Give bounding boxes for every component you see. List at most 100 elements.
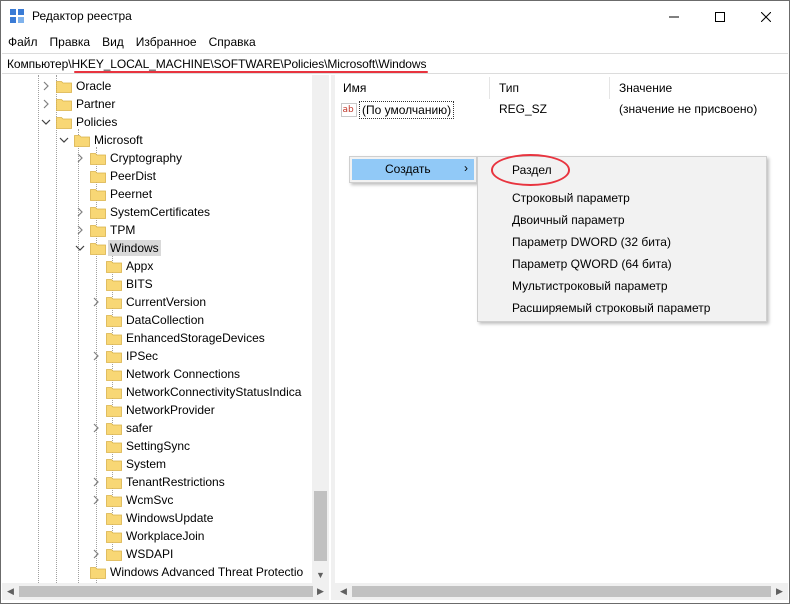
tree-item[interactable]: Partner (40, 95, 117, 113)
tree-item[interactable]: WSDAPI (90, 545, 175, 563)
tree-item[interactable]: safer (90, 419, 155, 437)
scrollbar-thumb[interactable] (19, 586, 313, 597)
tree-item[interactable]: System (90, 455, 168, 473)
tree-item[interactable]: TPM (74, 221, 137, 239)
menu-item-create[interactable]: Создать › (352, 159, 474, 180)
menu-file[interactable]: Файл (1, 32, 43, 52)
tree-item-label: Windows (108, 240, 161, 256)
collapse-chevron-icon[interactable] (58, 134, 70, 146)
tree-item[interactable]: WindowsUpdate (90, 509, 215, 527)
tree-item[interactable]: PeerDist (74, 167, 158, 185)
maximize-button[interactable] (697, 1, 743, 32)
tree-item[interactable]: SettingSync (90, 437, 192, 455)
tree-item[interactable]: TenantRestrictions (90, 473, 227, 491)
tree-item-label: WorkplaceJoin (126, 529, 205, 543)
submenu-item-string-value[interactable]: Строковый параметр (480, 187, 764, 209)
tree-item[interactable]: Windows (74, 239, 161, 257)
expand-chevron-icon[interactable] (90, 494, 102, 506)
tree-item[interactable]: IPSec (90, 347, 160, 365)
expand-chevron-icon[interactable] (90, 422, 102, 434)
expand-chevron-icon[interactable] (74, 206, 86, 218)
tree-item[interactable]: Microsoft (58, 131, 145, 149)
address-bar[interactable]: Компьютер\HKEY_LOCAL_MACHINE\SOFTWARE\Po… (2, 53, 788, 74)
tree-item[interactable]: Peernet (74, 185, 154, 203)
expand-chevron-icon[interactable] (40, 80, 52, 92)
tree-item[interactable]: Policies (40, 113, 119, 131)
tree-item[interactable]: Network Connections (90, 365, 242, 383)
address-path[interactable]: Компьютер\HKEY_LOCAL_MACHINE\SOFTWARE\Po… (7, 57, 426, 71)
expand-chevron-icon[interactable] (40, 98, 52, 110)
scrollbar-thumb[interactable] (314, 491, 327, 561)
scroll-right-arrow-icon[interactable]: ▶ (771, 583, 788, 600)
tree-item[interactable]: WorkplaceJoin (90, 527, 206, 545)
tree-item[interactable]: CurrentVersion (90, 293, 208, 311)
submenu-item-label: Двоичный параметр (512, 213, 625, 227)
registry-editor-window: Редактор реестра Файл Правка Вид Избранн… (0, 0, 790, 604)
column-header-name[interactable]: Имя (343, 81, 366, 95)
expand-chevron-icon[interactable] (90, 350, 102, 362)
expand-chevron-icon[interactable] (90, 296, 102, 308)
tree-item[interactable]: SystemCertificates (74, 203, 212, 221)
folder-icon (90, 187, 106, 201)
minimize-button[interactable] (651, 1, 697, 32)
expand-chevron-icon[interactable] (90, 548, 102, 560)
svg-text:ab: ab (343, 105, 355, 115)
tree-pane[interactable]: Oracle Partner Policies Microsoft Cryptograp… (2, 75, 329, 583)
tree-item-label: EnhancedStorageDevices (126, 331, 265, 345)
menu-edit[interactable]: Правка (43, 32, 96, 52)
column-divider[interactable] (609, 77, 610, 99)
expand-chevron-icon[interactable] (90, 476, 102, 488)
expand-chevron-icon[interactable] (74, 224, 86, 236)
submenu-item-binary-value[interactable]: Двоичный параметр (480, 209, 764, 231)
tree-horizontal-scrollbar[interactable]: ◀ ▶ (2, 583, 329, 600)
folder-icon (106, 511, 122, 525)
tree-item[interactable]: BITS (90, 275, 155, 293)
tree-item-label: NetworkProvider (126, 403, 215, 417)
submenu-item-qword-value[interactable]: Параметр QWORD (64 бита) (480, 253, 764, 275)
tree-item-label: Policies (76, 115, 118, 129)
tree-item-label: Microsoft (94, 133, 143, 147)
tree-item[interactable]: NetworkProvider (90, 401, 217, 419)
scroll-left-arrow-icon[interactable]: ◀ (2, 583, 19, 600)
scroll-down-arrow-icon[interactable]: ▼ (312, 566, 329, 583)
menu-favorites[interactable]: Избранное (129, 32, 202, 52)
menu-help[interactable]: Справка (202, 32, 261, 52)
close-button[interactable] (743, 1, 789, 32)
tree-item[interactable]: Windows Advanced Threat Protectio (74, 563, 305, 581)
tree-item[interactable]: WcmSvc (90, 491, 175, 509)
tree-item[interactable]: DataCollection (90, 311, 206, 329)
value-row[interactable]: ab (По умолчанию) REG_SZ (значение не пр… (341, 101, 781, 119)
tree-item[interactable]: NetworkConnectivityStatusIndica (90, 383, 303, 401)
folder-icon (106, 313, 122, 327)
column-header-data[interactable]: Значение (619, 81, 672, 95)
submenu-arrow-icon: › (464, 161, 468, 175)
tree-item[interactable]: Appx (90, 257, 155, 275)
tree-item[interactable]: Oracle (40, 77, 113, 95)
column-divider[interactable] (489, 77, 490, 99)
tree-item[interactable]: EnhancedStorageDevices (90, 329, 267, 347)
submenu-item-multistring-value[interactable]: Мультистроковый параметр (480, 275, 764, 297)
menu-view[interactable]: Вид (95, 32, 129, 52)
submenu-item-dword-value[interactable]: Параметр DWORD (32 бита) (480, 231, 764, 253)
scrollbar-thumb[interactable] (352, 586, 771, 597)
collapse-chevron-icon[interactable] (74, 242, 86, 254)
value-name[interactable]: (По умолчанию) (359, 101, 455, 119)
scroll-right-arrow-icon[interactable]: ▶ (312, 583, 329, 600)
tree-item[interactable]: Cryptography (74, 149, 184, 167)
scroll-left-arrow-icon[interactable]: ◀ (335, 583, 352, 600)
values-pane[interactable]: Имя Тип Значение ab (По умолчанию) REG_S… (335, 75, 788, 583)
menu-item-create-label: Создать (385, 162, 431, 176)
address-annotation-underline (74, 71, 428, 73)
tree-item-label: CurrentVersion (126, 295, 207, 309)
collapse-chevron-icon[interactable] (40, 116, 52, 128)
tree-vertical-scrollbar[interactable]: ▼ (312, 75, 329, 583)
column-header-type[interactable]: Тип (499, 81, 519, 95)
submenu-item-expandable-string-value[interactable]: Расширяемый строковый параметр (480, 297, 764, 319)
tree-item-label: Windows Advanced Threat Protectio (110, 565, 304, 579)
expand-chevron-icon[interactable] (74, 152, 86, 164)
values-horizontal-scrollbar[interactable]: ◀ ▶ (335, 583, 788, 600)
